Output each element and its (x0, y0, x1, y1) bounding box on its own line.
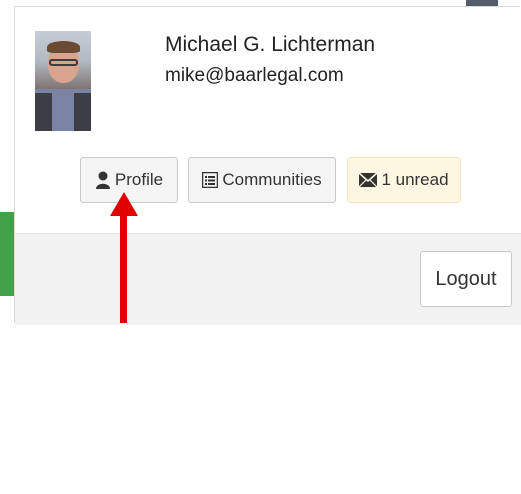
background-green-button-edge: y F (0, 212, 14, 493)
dropdown-footer: Logout (15, 233, 521, 325)
unread-button-label: 1 unread (381, 170, 449, 189)
logout-button[interactable]: Logout (420, 251, 512, 307)
background-partial-text: y F (0, 452, 9, 493)
annotation-arrow-shaft (120, 212, 127, 323)
unread-messages-button[interactable]: 1 unread (347, 157, 461, 203)
profile-button-label: Profile (114, 170, 164, 189)
envelope-icon (359, 173, 378, 187)
communities-button[interactable]: Communities (188, 157, 336, 203)
user-account-dropdown: Michael G. Lichterman mike@baarlegal.com… (14, 6, 521, 325)
avatar (35, 31, 91, 131)
communities-button-label: Communities (222, 170, 322, 189)
user-name: Michael G. Lichterman (165, 33, 376, 56)
person-icon (95, 171, 110, 189)
list-icon (202, 172, 219, 188)
user-email: mike@baarlegal.com (165, 65, 344, 86)
